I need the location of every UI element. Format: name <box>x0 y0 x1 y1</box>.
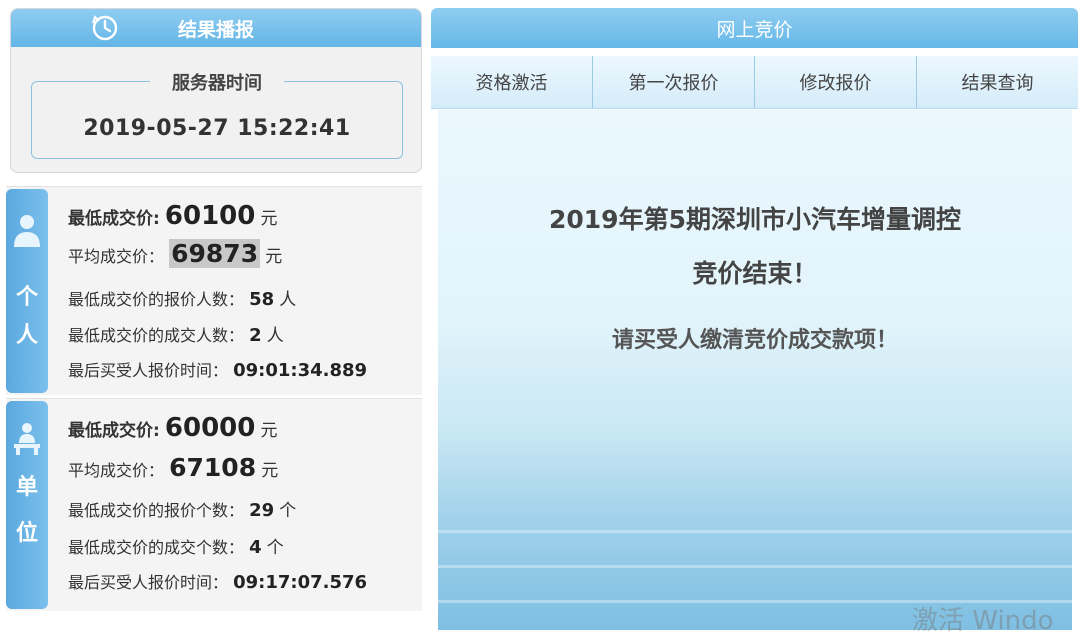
personal-bidders-row: 最低成交价的报价人数： 58 人 <box>68 285 296 310</box>
tab-first-bid[interactable]: 第一次报价 <box>593 56 755 108</box>
personal-avg-price: 69873 <box>169 239 261 268</box>
unit-tab-char1: 单 <box>15 475 38 500</box>
unit-tab[interactable]: 单 位 <box>6 401 48 609</box>
personal-tab[interactable]: 个 人 <box>6 189 48 393</box>
unit-deals-unit: 个 <box>266 538 284 558</box>
tab-qualification-activation[interactable]: 资格激活 <box>431 56 593 108</box>
unit-lowest-price-unit: 元 <box>260 421 278 441</box>
server-time-value: 2019-05-27 15:22:41 <box>83 116 351 141</box>
auction-title-message: 2019年第5期深圳市小汽车增量调控 <box>549 205 961 234</box>
result-broadcast-title: 结果播报 <box>177 18 254 41</box>
personal-last-bid-label: 最后买受人报价时间： <box>68 361 229 380</box>
unit-result-block: 单 位 最低成交价: 60000 元 平均成交价： 67108 元 最低成交价的… <box>6 398 422 611</box>
activate-windows-watermark: 激活 Windo <box>912 606 1054 636</box>
personal-deals-count: 2 <box>249 325 262 346</box>
personal-result-block: 个 人 最低成交价: 60100 元 平均成交价： 69873 元 最低成交价的… <box>6 186 422 395</box>
unit-avg-price-label: 平均成交价： <box>68 461 165 480</box>
online-bidding-title: 网上竞价 <box>716 18 793 41</box>
unit-last-bid-row: 最后买受人报价时间： 09:17:07.576 <box>68 569 367 593</box>
unit-tab-char2: 位 <box>15 521 38 546</box>
server-time-label: 服务器时间 <box>150 69 284 95</box>
personal-last-bid-time: 09:01:34.889 <box>233 360 368 381</box>
personal-bidders-count: 58 <box>249 289 275 310</box>
bidding-content-area: 2019年第5期深圳市小汽车增量调控 竞价结束！ 请买受人缴清竞价成交款项！ <box>438 110 1072 630</box>
unit-lowest-price-label: 最低成交价: <box>68 421 160 441</box>
server-time-box: 服务器时间 2019-05-27 15:22:41 <box>31 69 403 159</box>
unit-lowest-price: 60000 <box>164 413 256 443</box>
unit-deals-row: 最低成交价的成交个数： 4 个 <box>68 533 284 558</box>
personal-tab-char2: 人 <box>15 323 38 348</box>
clock-refresh-icon <box>92 15 118 41</box>
personal-avg-price-unit: 元 <box>265 247 283 267</box>
sea-wave <box>438 530 1072 533</box>
unit-last-bid-label: 最后买受人报价时间： <box>68 573 229 592</box>
personal-avg-price-row: 平均成交价： 69873 元 <box>68 239 282 268</box>
organization-icon <box>14 423 40 455</box>
personal-deals-label: 最低成交价的成交人数： <box>68 326 245 345</box>
result-broadcast-panel: 结果播报 服务器时间 2019-05-27 15:22:41 <box>10 8 422 173</box>
bidding-tab-bar: 资格激活 第一次报价 修改报价 结果查询 <box>431 56 1078 109</box>
tab-modify-bid[interactable]: 修改报价 <box>755 56 917 108</box>
personal-bidders-unit: 人 <box>279 290 297 310</box>
unit-deals-count: 4 <box>249 537 262 558</box>
personal-bidders-label: 最低成交价的报价人数： <box>68 290 245 309</box>
personal-deals-unit: 人 <box>266 326 284 346</box>
personal-lowest-price-label: 最低成交价: <box>68 209 160 229</box>
personal-avg-price-label: 平均成交价： <box>68 247 165 266</box>
unit-bids-unit: 个 <box>279 501 297 521</box>
personal-lowest-price-unit: 元 <box>260 209 278 229</box>
unit-avg-price-unit: 元 <box>261 461 279 481</box>
personal-last-bid-row: 最后买受人报价时间： 09:01:34.889 <box>68 357 367 381</box>
unit-bids-label: 最低成交价的报价个数： <box>68 501 245 520</box>
unit-avg-price: 67108 <box>169 453 257 482</box>
personal-lowest-price: 60100 <box>164 201 256 231</box>
personal-tab-char1: 个 <box>15 285 38 310</box>
personal-deals-row: 最低成交价的成交人数： 2 人 <box>68 321 284 346</box>
unit-deals-label: 最低成交价的成交个数： <box>68 538 245 557</box>
auction-ended-message: 竞价结束！ <box>692 259 818 288</box>
unit-bids-row: 最低成交价的报价个数： 29 个 <box>68 496 296 521</box>
online-bidding-header: 网上竞价 <box>431 8 1078 48</box>
person-icon <box>14 215 40 247</box>
unit-lowest-price-row: 最低成交价: 60000 元 <box>68 413 277 443</box>
personal-lowest-price-row: 最低成交价: 60100 元 <box>68 201 277 231</box>
unit-last-bid-time: 09:17:07.576 <box>233 572 368 593</box>
result-broadcast-header: 结果播报 <box>11 9 421 47</box>
payment-reminder-message: 请买受人缴清竞价成交款项！ <box>611 328 898 353</box>
unit-avg-price-row: 平均成交价： 67108 元 <box>68 453 278 482</box>
unit-bids-count: 29 <box>249 500 275 521</box>
tab-result-query[interactable]: 结果查询 <box>917 56 1078 108</box>
sea-wave <box>438 565 1072 568</box>
